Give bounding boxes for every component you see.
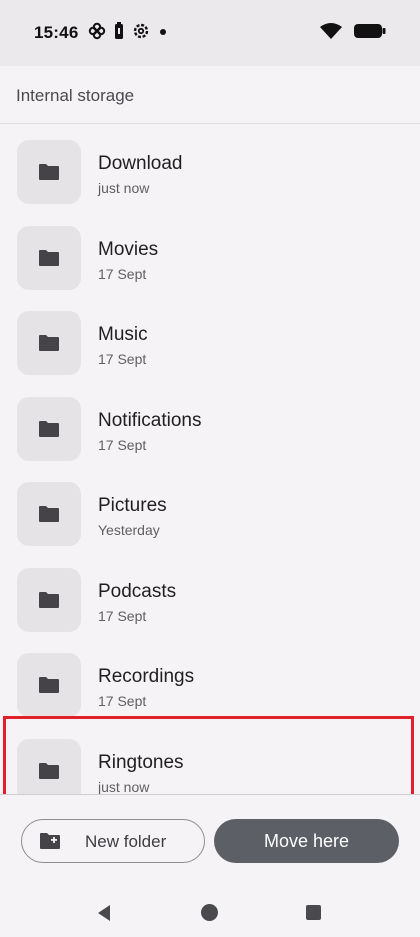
page-title: Internal storage — [16, 86, 135, 105]
folder-name: Recordings — [98, 666, 195, 687]
folder-date: 17 Sept — [98, 693, 147, 709]
folder-name: Podcasts — [98, 581, 177, 602]
folder-date: just now — [98, 180, 150, 196]
folder-name: Ringtones — [98, 752, 184, 773]
list-item[interactable]: Notifications 17 Sept — [0, 381, 420, 467]
action-bar: New folder Move here — [0, 795, 420, 887]
folder-icon — [17, 397, 81, 461]
folder-icon — [17, 739, 81, 794]
battery-icon — [354, 23, 386, 44]
status-bar: 15:46 — [0, 0, 420, 66]
folder-date: just now — [98, 779, 150, 794]
recents-icon[interactable] — [306, 905, 321, 920]
create-folder-icon — [39, 832, 61, 855]
list-item[interactable]: Download just now — [0, 124, 420, 210]
home-icon[interactable] — [201, 904, 218, 921]
folder-name: Pictures — [98, 495, 167, 516]
folder-icon — [17, 482, 81, 546]
notification-dot-icon — [158, 24, 168, 42]
location-header: Internal storage — [0, 66, 420, 124]
folder-list[interactable]: Download just now Movies 17 Sept Music 1… — [0, 124, 420, 794]
folder-date: Yesterday — [98, 522, 160, 538]
folder-icon — [17, 311, 81, 375]
folder-name: Music — [98, 324, 148, 345]
wifi-icon — [320, 22, 342, 45]
fan-icon — [88, 22, 106, 45]
folder-icon — [17, 568, 81, 632]
list-item[interactable]: Ringtones just now — [0, 723, 420, 794]
status-time: 15:46 — [34, 23, 79, 42]
folder-name: Download — [98, 153, 183, 174]
back-icon[interactable] — [96, 904, 112, 927]
folder-icon — [17, 226, 81, 290]
move-here-button[interactable]: Move here — [214, 819, 399, 863]
list-item[interactable]: Music 17 Sept — [0, 295, 420, 381]
folder-date: 17 Sept — [98, 437, 147, 453]
folder-date: 17 Sept — [98, 608, 147, 624]
new-folder-label: New folder — [85, 832, 167, 851]
folder-name: Movies — [98, 239, 159, 260]
battery-saver-icon — [114, 21, 124, 45]
system-nav-bar — [0, 887, 420, 937]
folder-date: 17 Sept — [98, 266, 147, 282]
list-item[interactable]: Podcasts 17 Sept — [0, 552, 420, 638]
list-item[interactable]: Movies 17 Sept — [0, 210, 420, 296]
folder-name: Notifications — [98, 410, 202, 431]
folder-date: 17 Sept — [98, 351, 147, 367]
new-folder-button[interactable]: New folder — [21, 819, 205, 863]
list-item[interactable]: Recordings 17 Sept — [0, 637, 420, 723]
status-icons — [88, 21, 168, 45]
list-item[interactable]: Pictures Yesterday — [0, 466, 420, 552]
folder-icon — [17, 653, 81, 717]
settings-icon — [132, 22, 150, 45]
folder-icon — [17, 140, 81, 204]
